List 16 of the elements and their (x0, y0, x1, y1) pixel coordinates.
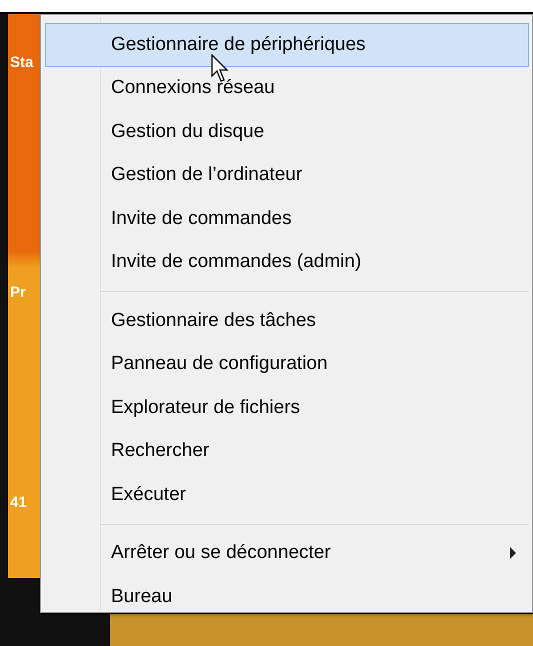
menu-item[interactable]: Arrêter ou se déconnecter (45, 532, 529, 575)
menu-item[interactable]: Panneau de configuration (45, 342, 529, 386)
menu-item[interactable]: Gestion du disque (45, 110, 529, 154)
menu-item[interactable]: Connexions réseau (45, 66, 529, 110)
menu-item[interactable]: Exécuter (45, 473, 529, 516)
menu-item[interactable]: Invite de commandes (admin) (45, 240, 529, 284)
menu-item[interactable]: Bureau (45, 575, 529, 618)
tile-label: Sta (9, 53, 34, 73)
menu-item[interactable]: Gestion de l’ordinateur (45, 154, 529, 197)
menu-item[interactable]: Invite de commandes (45, 197, 529, 240)
menu-item[interactable]: Explorateur de fichiers (45, 386, 529, 430)
tile-label: Pr (9, 282, 27, 302)
menu-item[interactable]: Gestionnaire des tâches (45, 299, 529, 342)
menu-item[interactable]: Rechercher (45, 430, 529, 473)
menu-item[interactable]: Gestionnaire de périphériques (45, 23, 529, 66)
tile-label: 41 (9, 493, 28, 513)
